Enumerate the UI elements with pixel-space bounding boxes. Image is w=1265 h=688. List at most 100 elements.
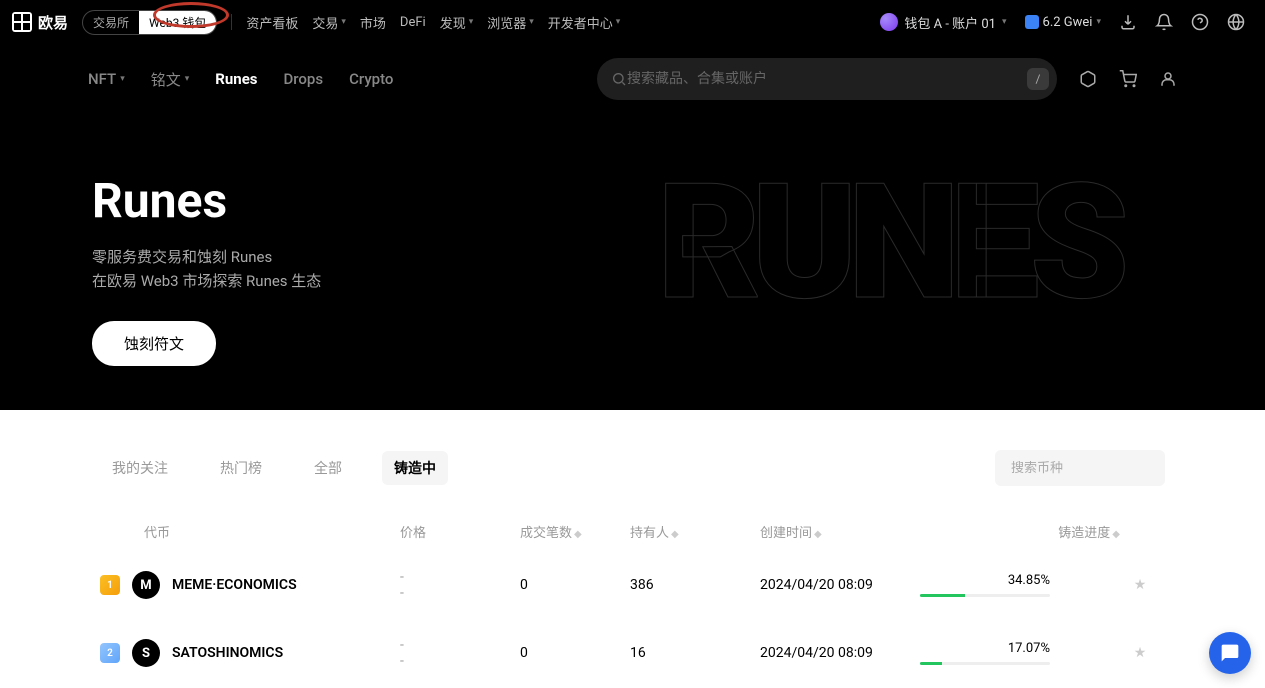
holders-value: 386	[630, 577, 760, 593]
token-icon: S	[132, 639, 160, 667]
progress-percent: 17.07%	[1008, 641, 1050, 656]
chevron-down-icon: ▾	[616, 17, 621, 27]
brand-logo-icon	[12, 12, 32, 32]
subnav-drops[interactable]: Drops	[284, 70, 324, 88]
brand-text: 欧易	[38, 12, 68, 33]
filter-search-input[interactable]	[1011, 461, 1177, 476]
sort-icon: ◆	[1112, 529, 1120, 540]
progress-percent: 34.85%	[1008, 573, 1050, 588]
nav-assets[interactable]: 资产看板	[246, 13, 298, 32]
cube-icon[interactable]	[1079, 70, 1097, 88]
col-header-token[interactable]: 代币	[144, 522, 170, 541]
trades-value: 0	[520, 577, 630, 593]
table-row[interactable]: 2 S SATOSHINOMICS - - 0 16 2024/04/20 08…	[100, 619, 1165, 687]
mode-web3-button[interactable]: Web3 钱包	[139, 11, 216, 34]
hero-title: Runes	[92, 172, 1265, 229]
nav-browser[interactable]: 浏览器▾	[487, 13, 534, 32]
progress-bar	[920, 662, 1050, 665]
nav-market[interactable]: 市场	[360, 13, 386, 32]
filter-all[interactable]: 全部	[302, 451, 354, 485]
wallet-selector[interactable]: 钱包 A - 账户 01 ▾	[880, 13, 1006, 32]
price-line-2: -	[400, 653, 520, 669]
nav-trade-label: 交易	[312, 13, 338, 32]
col-header-holders[interactable]: 持有人	[630, 526, 669, 541]
token-name: MEME·ECONOMICS	[172, 577, 297, 593]
subnav-inscriptions-label: 铭文	[151, 69, 181, 90]
nav-defi[interactable]: DeFi	[400, 15, 426, 30]
gas-icon	[1025, 15, 1039, 29]
subnav-runes[interactable]: Runes	[215, 70, 257, 88]
price-line-1: -	[400, 569, 520, 585]
created-value: 2024/04/20 08:09	[760, 577, 920, 593]
filter-hot[interactable]: 热门榜	[208, 451, 274, 485]
star-icon[interactable]: ★	[1120, 645, 1160, 661]
sub-nav: NFT ▾ 铭文 ▾ Runes Drops Crypto /	[0, 44, 1265, 102]
col-header-trades[interactable]: 成交笔数	[520, 526, 572, 541]
bell-icon[interactable]	[1155, 13, 1173, 31]
filter-minting[interactable]: 铸造中	[382, 451, 448, 485]
price-line-1: -	[400, 637, 520, 653]
col-header-price[interactable]: 价格	[400, 526, 426, 541]
sort-icon: ◆	[574, 529, 582, 540]
hero-subtitle-1: 零服务费交易和蚀刻 Runes	[92, 245, 1265, 269]
table-header-row: 代币 价格 成交笔数◆ 持有人◆ 创建时间◆ 铸造进度◆	[100, 512, 1165, 551]
gwei-selector[interactable]: 6.2 Gwei ▾	[1025, 15, 1101, 30]
filter-search-bar	[995, 450, 1165, 486]
kbd-shortcut: /	[1027, 68, 1049, 90]
sort-icon: ◆	[814, 529, 822, 540]
download-icon[interactable]	[1119, 13, 1137, 31]
subnav-inscriptions[interactable]: 铭文 ▾	[151, 69, 190, 90]
mode-toggle: 交易所 Web3 钱包	[82, 10, 217, 35]
table-section: 我的关注 热门榜 全部 铸造中 代币 价格 成交笔数◆ 持有人◆ 创建时间◆ 铸…	[0, 410, 1265, 687]
cart-icon[interactable]	[1119, 70, 1137, 88]
created-value: 2024/04/20 08:09	[760, 645, 920, 661]
nav-discover[interactable]: 发现▾	[440, 13, 474, 32]
chat-button[interactable]	[1209, 632, 1251, 674]
nav-trade[interactable]: 交易▾	[312, 13, 346, 32]
hero-subtitle-2: 在欧易 Web3 市场探索 Runes 生态	[92, 269, 1265, 293]
help-icon[interactable]	[1191, 13, 1209, 31]
table-row[interactable]: 1 M MEME·ECONOMICS - - 0 386 2024/04/20 …	[100, 551, 1165, 619]
wallet-avatar-icon	[880, 13, 898, 31]
search-input[interactable]	[627, 71, 1027, 87]
wallet-label: 钱包 A - 账户 01	[904, 13, 996, 32]
mode-exchange-button[interactable]: 交易所	[83, 11, 139, 34]
holders-value: 16	[630, 645, 760, 661]
nav-dev-label: 开发者中心	[548, 13, 613, 32]
nav-discover-label: 发现	[440, 13, 466, 32]
chevron-down-icon: ▾	[120, 74, 125, 84]
col-header-progress[interactable]: 铸造进度	[1058, 526, 1110, 541]
rank-badge: 1	[100, 575, 120, 595]
globe-icon[interactable]	[1227, 13, 1245, 31]
progress-bar	[920, 594, 1050, 597]
hero-section: NFT▾ 铭文▾ Runes Drops Crypto / RUNES	[0, 44, 1265, 410]
chevron-down-icon: ▾	[1002, 17, 1007, 27]
price-line-2: -	[400, 585, 520, 601]
search-bar: /	[597, 58, 1057, 100]
sort-icon: ◆	[671, 529, 679, 540]
subnav-nft-label: NFT	[88, 70, 116, 88]
token-name: SATOSHINOMICS	[172, 645, 283, 661]
etch-rune-button[interactable]: 蚀刻符文	[92, 321, 216, 366]
search-icon	[611, 71, 627, 87]
chevron-down-icon: ▾	[529, 17, 534, 27]
star-icon[interactable]: ★	[1120, 577, 1160, 593]
nav-browser-label: 浏览器	[487, 13, 526, 32]
divider	[231, 14, 232, 30]
token-icon: M	[132, 571, 160, 599]
user-icon[interactable]	[1159, 70, 1177, 88]
col-header-created[interactable]: 创建时间	[760, 526, 812, 541]
filter-my-follow[interactable]: 我的关注	[100, 451, 180, 485]
trades-value: 0	[520, 645, 630, 661]
subnav-crypto[interactable]: Crypto	[349, 70, 393, 88]
brand-logo-wrap[interactable]: 欧易	[12, 12, 68, 33]
gwei-label: 6.2 Gwei	[1043, 15, 1093, 30]
rank-badge: 2	[100, 643, 120, 663]
top-nav: 欧易 交易所 Web3 钱包 资产看板 交易▾ 市场 DeFi 发现▾ 浏览器▾…	[0, 0, 1265, 44]
chevron-down-icon: ▾	[1096, 17, 1101, 27]
subnav-nft[interactable]: NFT ▾	[88, 70, 125, 88]
nav-dev[interactable]: 开发者中心▾	[548, 13, 621, 32]
chevron-down-icon: ▾	[469, 17, 474, 27]
chevron-down-icon: ▾	[341, 17, 346, 27]
chevron-down-icon: ▾	[185, 74, 190, 84]
